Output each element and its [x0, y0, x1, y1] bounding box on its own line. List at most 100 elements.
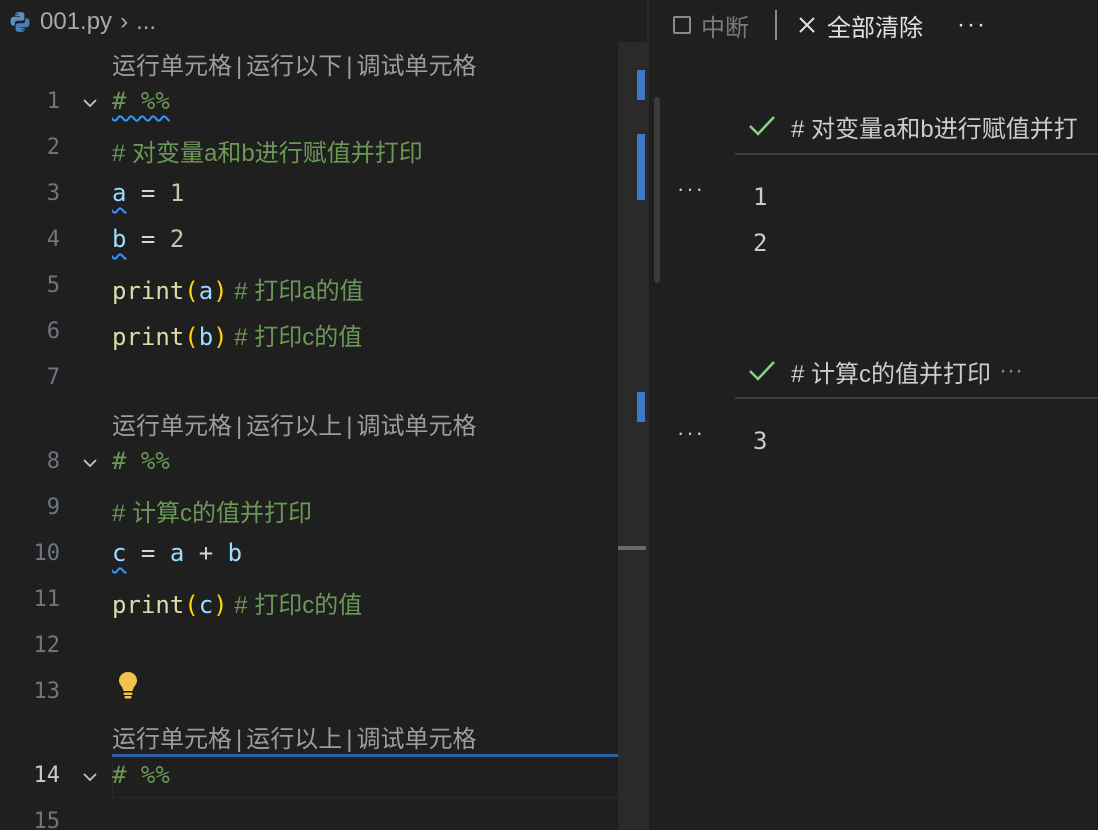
- fold-chevron-icon[interactable]: [80, 93, 100, 113]
- more-actions-button[interactable]: ···: [957, 11, 987, 39]
- line-number: 12: [33, 633, 61, 658]
- interrupt-label: 中断: [701, 14, 749, 42]
- executed-cell-header[interactable]: # 计算c的值并打印 ···: [747, 349, 1023, 393]
- lens-separator: |: [346, 53, 353, 80]
- operator: =: [126, 539, 170, 567]
- line-number: 10: [33, 541, 61, 566]
- output-scrollbar[interactable]: [654, 97, 660, 283]
- run-below-link[interactable]: 运行以下: [246, 53, 342, 80]
- code-line-6[interactable]: 6 print(b) # 打印c的值: [0, 311, 618, 357]
- line-number: 1: [46, 89, 60, 114]
- variable-b: b: [227, 539, 243, 567]
- line-number: 7: [46, 365, 60, 390]
- breadcrumb-file[interactable]: 001.py: [40, 8, 112, 36]
- overview-ruler-marker: [637, 134, 645, 200]
- code-line-13[interactable]: 13: [0, 671, 618, 717]
- comment: # 对变量a和b进行赋值并打印: [112, 140, 423, 167]
- cell-source-preview: # 对变量a和b进行赋值并打: [791, 115, 1078, 143]
- number: 1: [169, 179, 185, 207]
- breadcrumb-symbols[interactable]: ...: [136, 8, 156, 36]
- argument: a: [198, 277, 214, 305]
- overview-ruler-marker: [637, 392, 645, 422]
- code-line-8[interactable]: 8 # %%: [0, 441, 618, 487]
- overview-ruler-marker: [637, 70, 645, 100]
- cell-output-line: 2: [753, 229, 768, 257]
- variable-b: b: [112, 225, 127, 253]
- code-line-1[interactable]: 1 # %%: [0, 81, 618, 127]
- scrollbar-thumb[interactable]: [618, 546, 646, 550]
- code-line-2[interactable]: 2 # 对变量a和b进行赋值并打印: [0, 127, 618, 173]
- toolbar-separator: [775, 10, 777, 40]
- interactive-window: 中断 全部清除 ··· # 对变量a和b进行赋值并打 ··· 1 2 # 计算c…: [649, 0, 1098, 830]
- variable-c: c: [112, 539, 127, 567]
- cell-header-ellipsis[interactable]: ···: [999, 357, 1023, 385]
- run-above-link[interactable]: 运行以上: [246, 413, 342, 440]
- fold-chevron-icon[interactable]: [80, 453, 100, 473]
- line-number: 14: [33, 763, 61, 788]
- code-lens-cell-1: 运行单元格 | 运行以下 | 调试单元格: [112, 46, 476, 81]
- fold-chevron-icon[interactable]: [80, 767, 100, 787]
- code-line-3[interactable]: 3 a = 1: [0, 173, 618, 219]
- line-number: 5: [46, 273, 60, 298]
- run-cell-link[interactable]: 运行单元格: [112, 413, 232, 440]
- paren: (: [184, 323, 199, 351]
- comment: # 计算c的值并打印: [112, 500, 313, 527]
- function-name: print: [112, 323, 185, 351]
- run-cell-link[interactable]: 运行单元格: [112, 726, 232, 753]
- cell-divider: [735, 153, 1098, 155]
- close-icon: [799, 17, 815, 33]
- clear-all-label: 全部清除: [827, 14, 923, 42]
- code-line-10[interactable]: 10 c = a + b: [0, 533, 618, 579]
- operator: =: [126, 179, 170, 207]
- function-name: print: [112, 591, 185, 619]
- debug-cell-link[interactable]: 调试单元格: [356, 726, 476, 753]
- stop-icon: [673, 16, 691, 34]
- run-cell-link[interactable]: 运行单元格: [112, 53, 232, 80]
- lens-separator: |: [346, 413, 353, 440]
- paren: (: [184, 591, 199, 619]
- code-editor[interactable]: 001.py › ... 运行单元格 | 运行以下 | 调试单元格 1 # %% 2 #…: [0, 0, 647, 830]
- debug-cell-link[interactable]: 调试单元格: [356, 53, 476, 80]
- code-line-15[interactable]: 15: [0, 801, 618, 830]
- code-line-11[interactable]: 11 print(c) # 打印c的值: [0, 579, 618, 625]
- code-line-12[interactable]: 12: [0, 625, 618, 671]
- cell-more-button[interactable]: ···: [677, 176, 705, 202]
- line-number: 4: [46, 227, 60, 252]
- breadcrumb: 001.py › ...: [8, 4, 156, 40]
- check-icon: [749, 116, 775, 136]
- variable-a: a: [112, 179, 127, 207]
- cell-output-line: 3: [753, 427, 768, 455]
- code-line-14[interactable]: 14 # %%: [0, 755, 618, 801]
- lightbulb-icon[interactable]: [117, 670, 139, 702]
- line-number: 8: [46, 449, 60, 474]
- clear-all-button[interactable]: 全部清除: [797, 8, 923, 43]
- code-line-9[interactable]: 9 # 计算c的值并打印: [0, 487, 618, 533]
- comment: # 打印a的值: [227, 278, 364, 305]
- comment: # 打印c的值: [227, 324, 363, 351]
- cell-marker: # %%: [112, 761, 170, 789]
- line-number: 2: [46, 135, 60, 160]
- code-lens-cell-3: 运行单元格 | 运行以上 | 调试单元格: [112, 719, 476, 754]
- line-number: 13: [33, 679, 61, 704]
- line-number: 11: [33, 587, 61, 612]
- line-number: 6: [46, 319, 60, 344]
- code-line-5[interactable]: 5 print(a) # 打印a的值: [0, 265, 618, 311]
- python-file-icon: [10, 12, 30, 32]
- code-line-4[interactable]: 4 b = 2: [0, 219, 618, 265]
- lens-separator: |: [236, 53, 243, 80]
- run-above-link[interactable]: 运行以上: [246, 726, 342, 753]
- paren: ): [213, 323, 228, 351]
- variable-a: a: [169, 539, 185, 567]
- executed-cell-header[interactable]: # 对变量a和b进行赋值并打: [747, 104, 1078, 148]
- paren: (: [184, 277, 199, 305]
- comment: # 打印c的值: [227, 592, 363, 619]
- debug-cell-link[interactable]: 调试单元格: [356, 413, 476, 440]
- cell-divider: [735, 397, 1098, 399]
- interrupt-button[interactable]: 中断: [673, 8, 749, 43]
- code-lens-cell-2: 运行单元格 | 运行以上 | 调试单元格: [112, 406, 476, 441]
- cell-marker: # %%: [112, 447, 170, 475]
- lens-separator: |: [346, 726, 353, 753]
- cell-more-button[interactable]: ···: [677, 420, 705, 446]
- paren: ): [213, 277, 228, 305]
- code-line-7[interactable]: 7: [0, 357, 618, 403]
